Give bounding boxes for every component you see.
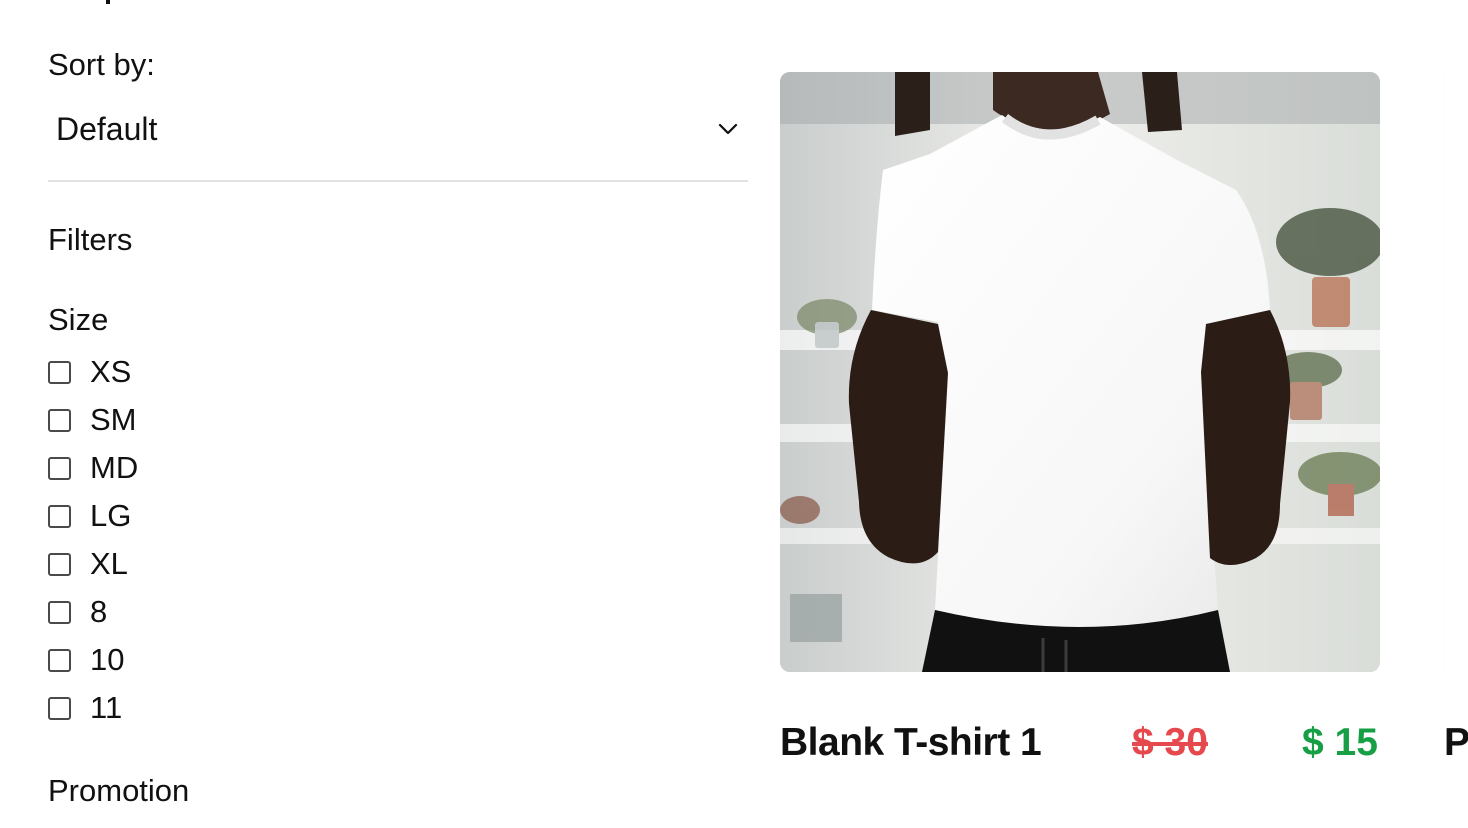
next-product-card-partial[interactable]: P <box>1444 72 1468 772</box>
original-price: $ 30 <box>1132 721 1208 764</box>
next-product-title-fragment: P <box>1444 721 1468 764</box>
filters-heading: Filters <box>48 222 133 257</box>
size-option-8[interactable]: 8 <box>48 588 748 636</box>
product-image[interactable] <box>780 72 1380 672</box>
sale-price: $ 15 <box>1302 721 1378 764</box>
size-option-11[interactable]: 11 <box>48 684 748 732</box>
product-info: Blank T-shirt 1 $ 30 $ 15 <box>780 718 1380 802</box>
size-label: 11 <box>90 690 123 725</box>
size-option-sm[interactable]: SM <box>48 396 748 444</box>
sort-label: Sort by: <box>48 47 155 82</box>
checkbox-icon[interactable] <box>48 408 71 432</box>
sort-selected-value: Default <box>56 111 158 147</box>
size-heading: Size <box>48 302 109 337</box>
checkbox-icon[interactable] <box>48 504 71 528</box>
size-label: XS <box>90 354 132 389</box>
checkbox-icon[interactable] <box>48 552 71 576</box>
size-option-xs[interactable]: XS <box>48 348 748 396</box>
checkbox-icon[interactable] <box>48 360 71 384</box>
checkbox-icon[interactable] <box>48 600 71 624</box>
size-option-lg[interactable]: LG <box>48 492 748 540</box>
size-option-md[interactable]: MD <box>48 444 748 492</box>
filters-sidebar: Sort by: Default Filters Size XS SM MD L… <box>48 42 748 811</box>
product-name[interactable]: Blank T-shirt 1 <box>780 718 1042 768</box>
size-filter-list: XS SM MD LG XL 8 10 11 <box>48 348 748 732</box>
tshirt-photo <box>780 72 1380 672</box>
promotion-heading: Promotion <box>48 773 190 808</box>
size-label: 10 <box>90 642 125 677</box>
cropped-heading-fragment <box>106 0 134 4</box>
size-label: SM <box>90 402 137 437</box>
checkbox-icon[interactable] <box>48 648 71 672</box>
checkbox-icon[interactable] <box>48 456 71 480</box>
size-label: LG <box>90 498 132 533</box>
size-label: XL <box>90 546 128 581</box>
size-label: MD <box>90 450 139 485</box>
size-label: 8 <box>90 594 108 629</box>
next-product-image-edge <box>1444 72 1468 672</box>
sort-select[interactable]: Default <box>48 96 748 182</box>
product-card[interactable]: Blank T-shirt 1 $ 30 $ 15 <box>780 72 1380 802</box>
chevron-down-icon <box>718 123 738 135</box>
product-listing-page: Sort by: Default Filters Size XS SM MD L… <box>0 0 1468 828</box>
size-option-10[interactable]: 10 <box>48 636 748 684</box>
checkbox-icon[interactable] <box>48 696 71 720</box>
size-option-xl[interactable]: XL <box>48 540 748 588</box>
